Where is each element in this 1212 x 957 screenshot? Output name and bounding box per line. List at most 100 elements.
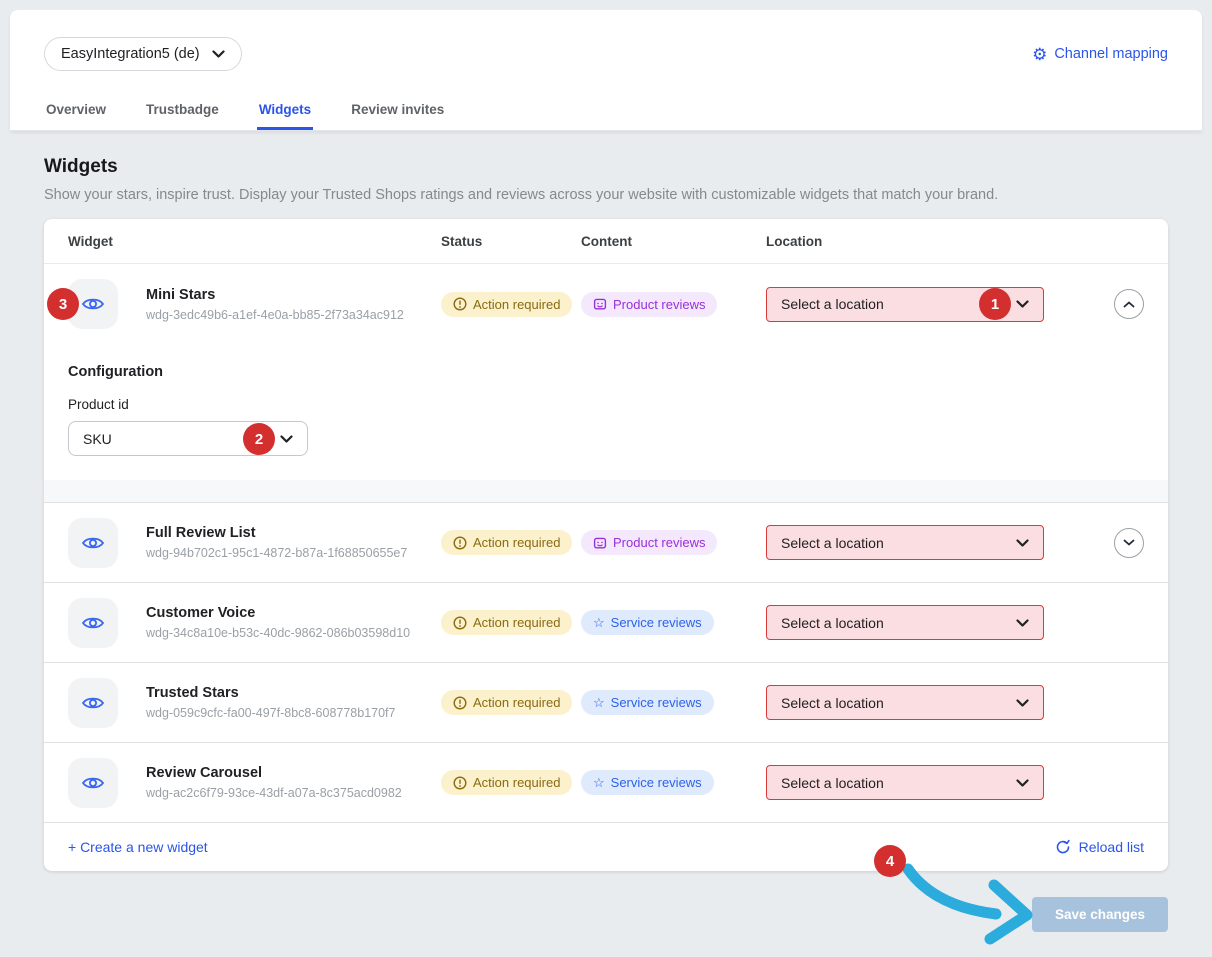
channel-selector-dropdown[interactable]: EasyIntegration5 (de) (44, 37, 242, 71)
preview-widget-button[interactable] (68, 518, 118, 568)
product-id-select[interactable]: SKU 2 (68, 421, 308, 456)
table-row: 3 Mini Stars wdg-3edc49b6-a1ef-4e0a-bb85… (44, 264, 1168, 344)
chevron-down-icon (1016, 779, 1029, 787)
annotation-step-1: 1 (979, 288, 1011, 320)
annotation-step-2: 2 (243, 423, 275, 455)
star-icon: ☆ (593, 616, 605, 629)
tab-widgets[interactable]: Widgets (257, 92, 313, 130)
star-icon: ☆ (593, 776, 605, 789)
collapse-row-button[interactable] (1114, 289, 1144, 319)
channel-selector-label: EasyIntegration5 (de) (61, 46, 200, 62)
star-icon: ☆ (593, 696, 605, 709)
product-reviews-icon (593, 536, 607, 550)
tab-overview[interactable]: Overview (44, 92, 108, 130)
chevron-down-icon (1016, 539, 1029, 547)
status-badge: Action required (441, 770, 572, 795)
alert-circle-icon (453, 696, 467, 710)
table-footer: + Create a new widget Reload list (44, 823, 1168, 871)
expand-row-button[interactable] (1114, 528, 1144, 558)
eye-icon (81, 534, 105, 552)
chevron-down-icon (1016, 619, 1029, 627)
location-select[interactable]: Select a location (766, 525, 1044, 560)
chevron-down-icon (212, 50, 225, 58)
alert-circle-icon (453, 776, 467, 790)
location-select[interactable]: Select a location (766, 685, 1044, 720)
content-badge: ☆ Service reviews (581, 770, 714, 795)
widget-name: Review Carousel (146, 765, 402, 781)
widget-id: wdg-ac2c6f79-93ce-43df-a07a-8c375acd0982 (146, 786, 402, 800)
widget-name: Mini Stars (146, 287, 404, 303)
status-badge: Action required (441, 292, 572, 317)
widget-configuration-panel: Configuration Product id SKU 2 (44, 344, 1168, 456)
product-reviews-icon (593, 297, 607, 311)
eye-icon (81, 614, 105, 632)
expanded-group-footer-strip (44, 480, 1168, 502)
channel-mapping-link[interactable]: ⚙ Channel mapping (1032, 46, 1168, 63)
expand-spacer (1114, 608, 1144, 638)
widget-name: Full Review List (146, 525, 407, 541)
preview-widget-button[interactable]: 3 (68, 279, 118, 329)
widget-id: wdg-3edc49b6-a1ef-4e0a-bb85-2f73a34ac912 (146, 308, 404, 322)
location-select[interactable]: Select a location 1 (766, 287, 1044, 322)
widget-id: wdg-34c8a10e-b53c-40dc-9862-086b03598d10 (146, 626, 410, 640)
status-badge: Action required (441, 610, 572, 635)
expand-spacer (1114, 688, 1144, 718)
preview-widget-button[interactable] (68, 678, 118, 728)
refresh-icon (1055, 839, 1071, 855)
widget-id: wdg-94b702c1-95c1-4872-b87a-1f68850655e7 (146, 546, 407, 560)
widgets-table-card: Widget Status Content Location 3 Mini St… (44, 219, 1168, 871)
widget-id: wdg-059c9cfc-fa00-497f-8bc8-608778b170f7 (146, 706, 395, 720)
alert-circle-icon (453, 536, 467, 550)
tab-review-invites[interactable]: Review invites (349, 92, 446, 130)
column-header-location: Location (766, 234, 1168, 249)
table-row: Full Review List wdg-94b702c1-95c1-4872-… (44, 503, 1168, 583)
table-header-row: Widget Status Content Location (44, 219, 1168, 264)
chevron-down-icon (1016, 300, 1029, 308)
top-bar: EasyIntegration5 (de) ⚙ Channel mapping … (10, 10, 1202, 131)
table-row: Customer Voice wdg-34c8a10e-b53c-40dc-98… (44, 583, 1168, 663)
table-row: Review Carousel wdg-ac2c6f79-93ce-43df-a… (44, 743, 1168, 823)
column-header-status: Status (441, 234, 581, 249)
eye-icon (81, 295, 105, 313)
column-header-content: Content (581, 234, 766, 249)
content-badge: Product reviews (581, 530, 717, 555)
table-row: Trusted Stars wdg-059c9cfc-fa00-497f-8bc… (44, 663, 1168, 743)
bottom-action-zone: 4 Save changes (44, 871, 1168, 946)
gear-icon: ⚙ (1032, 46, 1047, 63)
reload-list-link[interactable]: Reload list (1055, 839, 1144, 855)
column-header-widget: Widget (44, 234, 441, 249)
channel-mapping-label: Channel mapping (1054, 46, 1168, 62)
chevron-down-icon (1123, 539, 1135, 546)
tab-bar: Overview Trustbadge Widgets Review invit… (44, 92, 446, 130)
alert-circle-icon (453, 616, 467, 630)
alert-circle-icon (453, 297, 467, 311)
page-subtitle: Show your stars, inspire trust. Display … (44, 187, 1168, 203)
widget-name: Customer Voice (146, 605, 410, 621)
status-badge: Action required (441, 530, 572, 555)
location-select[interactable]: Select a location (766, 605, 1044, 640)
widget-row-group-mini-stars: 3 Mini Stars wdg-3edc49b6-a1ef-4e0a-bb85… (44, 264, 1168, 503)
eye-icon (81, 694, 105, 712)
content-badge: Product reviews (581, 292, 717, 317)
save-changes-button[interactable]: Save changes (1032, 897, 1168, 932)
tab-trustbadge[interactable]: Trustbadge (144, 92, 221, 130)
content-badge: ☆ Service reviews (581, 690, 714, 715)
widget-name: Trusted Stars (146, 685, 395, 701)
location-select[interactable]: Select a location (766, 765, 1044, 800)
eye-icon (81, 774, 105, 792)
configuration-title: Configuration (68, 364, 1144, 380)
product-id-label: Product id (68, 397, 1144, 412)
preview-widget-button[interactable] (68, 758, 118, 808)
expand-spacer (1114, 768, 1144, 798)
chevron-up-icon (1123, 301, 1135, 308)
page-title: Widgets (44, 156, 1168, 178)
annotation-step-4: 4 (874, 845, 906, 877)
content-badge: ☆ Service reviews (581, 610, 714, 635)
status-badge: Action required (441, 690, 572, 715)
create-new-widget-link[interactable]: + Create a new widget (68, 839, 208, 855)
chevron-down-icon (280, 435, 293, 443)
chevron-down-icon (1016, 699, 1029, 707)
preview-widget-button[interactable] (68, 598, 118, 648)
main-content: Widgets Show your stars, inspire trust. … (0, 156, 1212, 946)
annotation-step-3: 3 (47, 288, 79, 320)
